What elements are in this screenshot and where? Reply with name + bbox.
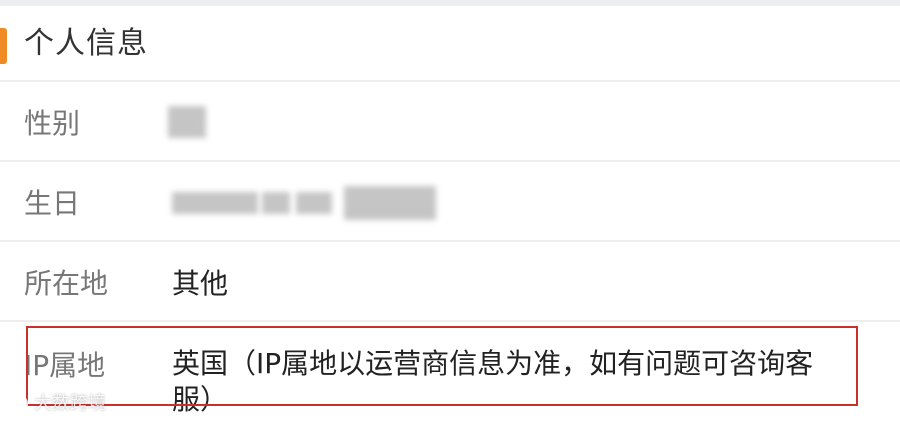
birthday-value-blur — [172, 192, 258, 214]
row-birthday[interactable]: 生日 — [0, 162, 900, 240]
birthday-label: 生日 — [24, 187, 81, 220]
watermark-text: 大数跨境 — [34, 393, 106, 414]
highlight-box — [26, 326, 858, 406]
gender-label: 性别 — [24, 107, 81, 140]
watermark: 大数跨境 — [8, 392, 106, 416]
birthday-value-blur — [344, 186, 436, 220]
section-title: 个人信息 — [24, 26, 148, 61]
birthday-value-blur — [296, 192, 332, 214]
row-location[interactable]: 所在地 其他 — [0, 242, 900, 320]
birthday-value-blur — [262, 192, 290, 214]
gender-value-blur — [168, 106, 206, 138]
section-header: 个人信息 — [0, 6, 900, 82]
row-gender[interactable]: 性别 — [0, 82, 900, 160]
location-value: 其他 — [172, 267, 229, 300]
location-label: 所在地 — [24, 267, 109, 300]
watermark-logo-icon — [8, 394, 28, 414]
accent-bar — [0, 28, 7, 64]
